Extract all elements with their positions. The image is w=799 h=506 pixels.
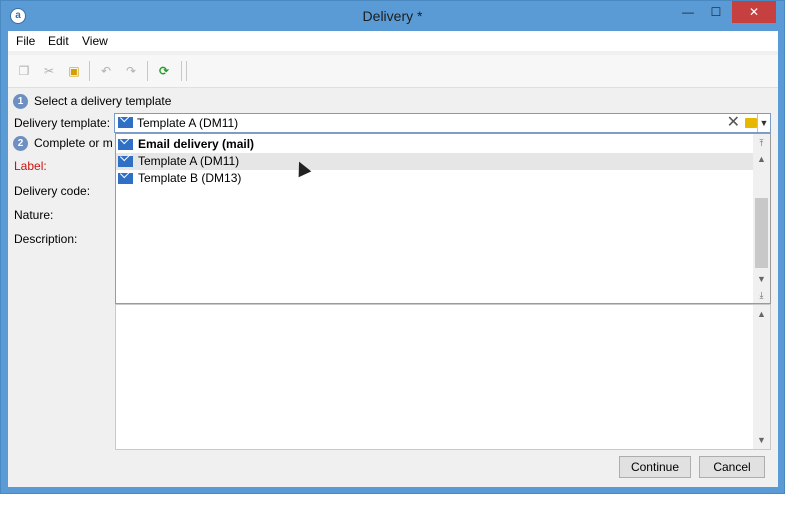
mail-icon (118, 173, 133, 184)
delivery-template-label: Delivery template: (14, 116, 111, 130)
refresh-icon[interactable]: ⟳ (154, 61, 174, 81)
description-scrollbar[interactable]: ▲ ▼ (753, 305, 770, 449)
toolbar-separator (147, 61, 148, 81)
toolbar: ❐ ✂ ▣ ↶ ↷ ⟳ (8, 55, 778, 88)
chevron-up-icon[interactable]: ▲ (753, 307, 770, 321)
step-1: 1 Select a delivery template (13, 94, 172, 110)
menu-file[interactable]: File (16, 34, 35, 48)
continue-button[interactable]: Continue (619, 456, 691, 478)
delivery-template-value[interactable]: Template A (DM11) (137, 116, 238, 130)
chevron-up-icon[interactable]: ▲ (753, 152, 770, 166)
title-bar[interactable]: a Delivery * — ☐ ✕ (1, 1, 784, 31)
scroll-top-icon[interactable]: ⤒ (753, 136, 770, 150)
chevron-down-icon[interactable]: ▼ (753, 272, 770, 286)
cut-icon[interactable]: ✂ (39, 61, 59, 81)
list-item[interactable]: Template B (DM13) (116, 170, 753, 187)
mail-icon (118, 139, 133, 150)
list-item-label: Template A (DM11) (138, 154, 240, 168)
dialog-body: File Edit View ❐ ✂ ▣ ↶ ↷ ⟳ 1 Select a del… (8, 31, 778, 487)
mail-icon (118, 117, 133, 128)
toolbar-separator (89, 61, 90, 81)
list-item-label: Template B (DM13) (138, 171, 242, 185)
redo-icon[interactable]: ↷ (121, 61, 141, 81)
chevron-down-icon[interactable]: ▼ (753, 433, 770, 447)
dropdown-scrollbar[interactable]: ⤒ ▲ ▼ ⤓ (753, 134, 770, 303)
label-field-label: Label: (14, 159, 47, 173)
delivery-template-combo[interactable]: Template A (DM11) ✕ ▼ (114, 113, 771, 133)
nature-label: Nature: (14, 208, 54, 222)
step-1-text: Select a delivery template (34, 94, 172, 108)
delivery-code-label: Delivery code: (14, 184, 91, 198)
description-textarea[interactable]: ▲ ▼ (115, 304, 771, 450)
paste-icon[interactable]: ▣ (64, 61, 84, 81)
mail-icon (118, 156, 133, 167)
scroll-bottom-icon[interactable]: ⤓ (753, 288, 770, 302)
step-2: 2 Complete or m (13, 136, 113, 152)
menu-bar: File Edit View (8, 31, 778, 51)
delivery-window: a Delivery * — ☐ ✕ File Edit View ❐ ✂ ▣ … (0, 0, 785, 494)
list-item-label: Email delivery (mail) (138, 137, 255, 151)
step-number-badge: 1 (13, 94, 28, 110)
toolbar-separator (186, 61, 187, 81)
list-item[interactable]: Template A (DM11) (116, 153, 753, 170)
maximize-button[interactable]: ☐ (702, 1, 730, 23)
cancel-button[interactable]: Cancel (699, 456, 765, 478)
chevron-down-icon[interactable]: ▼ (757, 114, 770, 132)
close-button[interactable]: ✕ (732, 1, 776, 23)
menu-edit[interactable]: Edit (48, 34, 69, 48)
clear-icon[interactable]: ✕ (727, 115, 740, 131)
list-item[interactable]: Email delivery (mail) (116, 136, 753, 153)
minimize-button[interactable]: — (674, 1, 702, 23)
copy-icon[interactable]: ❐ (14, 61, 34, 81)
window-title: Delivery * (362, 8, 423, 24)
step-2-text: Complete or m (34, 136, 113, 150)
menu-view[interactable]: View (82, 34, 108, 48)
scrollbar-thumb[interactable] (755, 198, 768, 268)
folder-icon[interactable] (745, 118, 757, 128)
toolbar-separator (181, 61, 182, 81)
undo-icon[interactable]: ↶ (96, 61, 116, 81)
step-number-badge: 2 (13, 136, 28, 152)
description-label: Description: (14, 232, 78, 246)
template-dropdown-list: Email delivery (mail) Template A (DM11) … (115, 133, 771, 304)
